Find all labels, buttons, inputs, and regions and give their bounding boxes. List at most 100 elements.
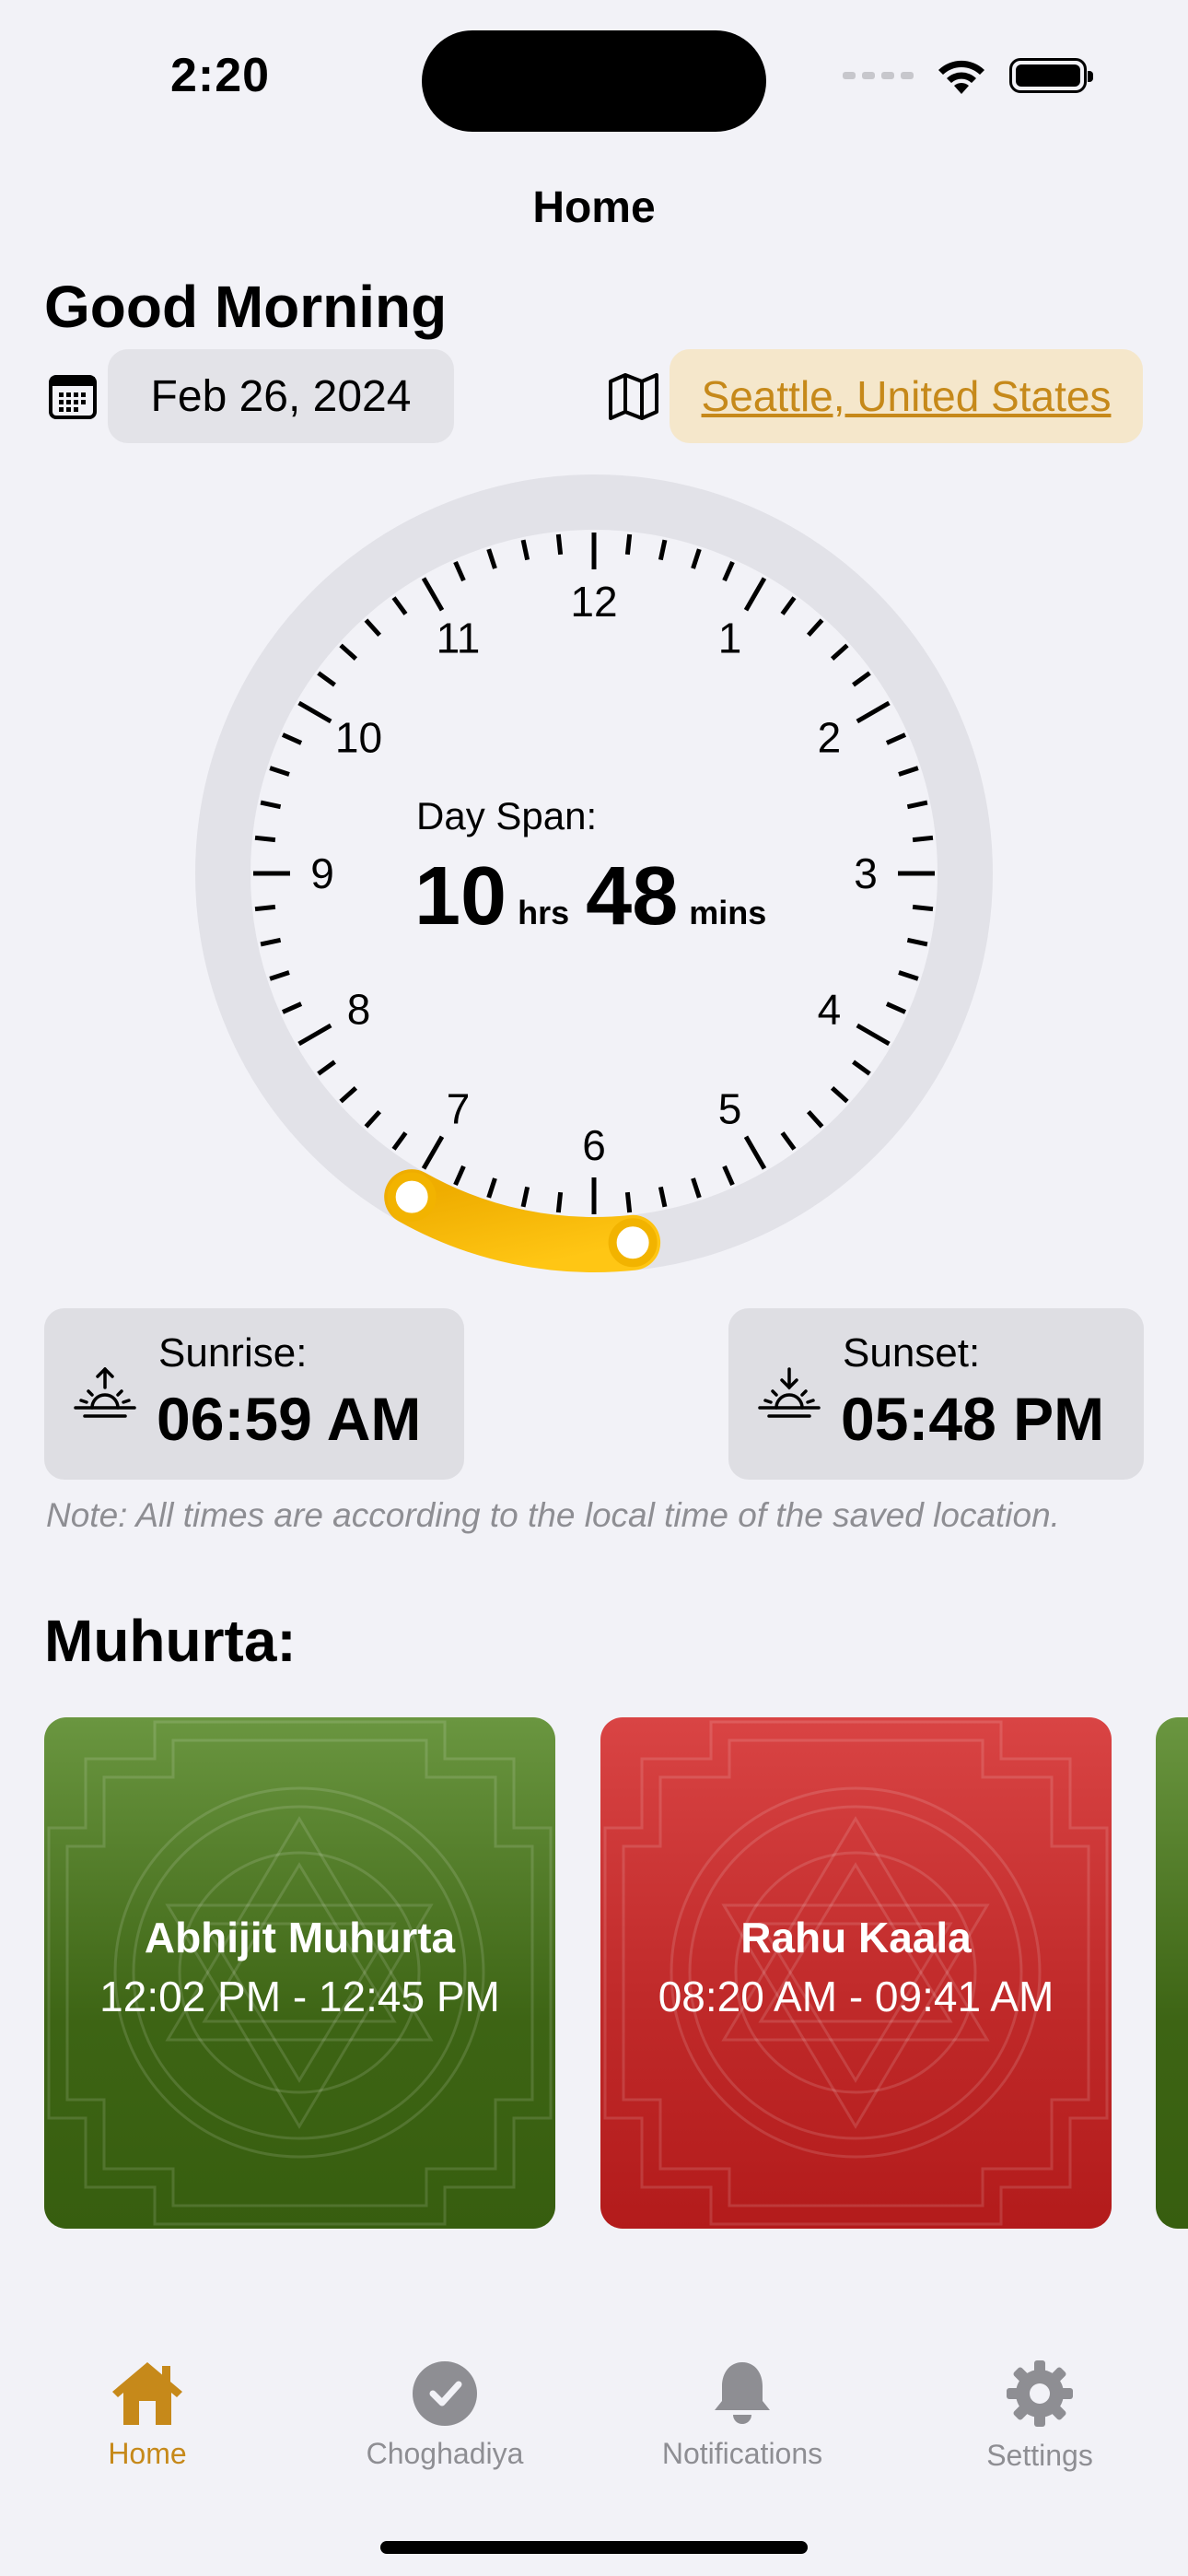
muhurta-card-rahu-kaala[interactable]: Rahu Kaala 08:20 AM - 09:41 AM — [600, 1717, 1112, 2229]
minute-tick — [269, 766, 290, 777]
sunrise-time: 06:59 AM — [157, 1385, 422, 1453]
day-span-minutes: 48 — [586, 850, 679, 943]
wifi-icon — [938, 60, 984, 94]
dial-number: 11 — [437, 615, 481, 662]
muhurta-time: 08:20 AM - 09:41 AM — [658, 1973, 1054, 2020]
dial-number: 8 — [347, 986, 371, 1034]
minute-tick — [254, 904, 276, 912]
muhurta-title: Abhijit Muhurta — [144, 1914, 456, 1961]
minute-tick — [520, 539, 530, 561]
minute-tick — [898, 766, 919, 777]
hour-tick — [421, 577, 445, 612]
minute-tick — [830, 643, 849, 662]
calendar-icon — [49, 375, 97, 419]
hour-tick — [421, 1135, 445, 1170]
sunset-marker[interactable] — [608, 1218, 658, 1268]
hour-tick — [743, 577, 767, 612]
dial-number: 1 — [718, 615, 742, 662]
minute-tick — [912, 904, 934, 912]
minute-tick — [906, 937, 928, 947]
minute-tick — [260, 800, 282, 810]
minute-tick — [885, 1001, 907, 1014]
minute-tick — [906, 800, 928, 810]
tab-notifications[interactable]: Notifications — [641, 2359, 844, 2471]
dial-number: 5 — [718, 1084, 742, 1132]
minute-tick — [555, 533, 564, 556]
hour-tick — [856, 700, 891, 724]
minute-tick — [391, 1131, 408, 1151]
day-span-hours-unit: hrs — [518, 894, 570, 931]
dial-number: 9 — [310, 849, 334, 897]
minute-tick — [722, 560, 735, 582]
dial-number: 4 — [818, 986, 842, 1034]
minute-tick — [339, 643, 358, 662]
minute-tick — [624, 533, 633, 556]
sunrise-card: Sunrise: 06:59 AM — [44, 1308, 464, 1480]
minute-tick — [391, 596, 408, 615]
day-span-label: Day Span: — [416, 794, 598, 837]
location-button[interactable]: Seattle, United States — [670, 349, 1143, 443]
sunrise-marker[interactable] — [387, 1172, 437, 1222]
minute-tick — [281, 732, 303, 745]
dial-number: 6 — [582, 1121, 606, 1169]
muhurta-time: 12:02 PM - 12:45 PM — [99, 1973, 500, 2020]
muhurta-card-next-peek[interactable] — [1156, 1717, 1188, 2229]
bell-icon — [715, 2362, 770, 2424]
cellular-signal-icon — [843, 72, 914, 79]
muhurta-title: Rahu Kaala — [740, 1914, 972, 1961]
date-picker-button[interactable]: Feb 26, 2024 — [108, 349, 454, 443]
minute-tick — [780, 596, 797, 615]
status-icons — [843, 55, 1093, 96]
house-icon — [112, 2362, 182, 2425]
minute-tick — [317, 1060, 336, 1076]
minute-tick — [364, 618, 382, 638]
tab-choghadiya[interactable]: Choghadiya — [344, 2359, 546, 2471]
minute-tick — [722, 1165, 735, 1187]
sunset-time: 05:48 PM — [841, 1385, 1105, 1453]
minute-tick — [624, 1191, 633, 1213]
minute-tick — [852, 671, 871, 687]
local-time-note: Note: All times are according to the loc… — [46, 1496, 1060, 1534]
tab-label: Notifications — [661, 2437, 823, 2470]
minute-tick — [260, 937, 282, 947]
minute-tick — [658, 539, 668, 561]
tab-settings[interactable]: Settings — [938, 2359, 1141, 2473]
minute-tick — [658, 1186, 668, 1208]
minute-tick — [269, 970, 290, 981]
hour-tick — [856, 1023, 891, 1047]
sunset-icon — [758, 1367, 821, 1418]
hour-tick — [297, 1023, 332, 1047]
greeting-heading: Good Morning — [44, 274, 448, 340]
hour-tick — [743, 1135, 767, 1170]
minute-tick — [317, 671, 336, 687]
map-icon — [609, 373, 658, 420]
minute-tick — [486, 548, 497, 569]
minute-tick — [852, 1060, 871, 1076]
tab-label: Home — [108, 2437, 187, 2470]
minute-tick — [453, 560, 466, 582]
tab-label: Settings — [986, 2439, 1093, 2472]
minute-tick — [806, 1109, 824, 1129]
status-time: 2:20 — [170, 49, 271, 102]
minute-tick — [806, 618, 824, 638]
minute-tick — [780, 1131, 797, 1151]
clock-check-icon — [413, 2361, 477, 2426]
sunrise-label: Sunrise: — [158, 1330, 308, 1376]
muhurta-card-abhijit[interactable]: Abhijit Muhurta 12:02 PM - 12:45 PM — [44, 1717, 555, 2229]
battery-icon — [1009, 58, 1093, 93]
minute-tick — [339, 1085, 358, 1104]
sunrise-icon — [74, 1367, 136, 1418]
tab-home[interactable]: Home — [46, 2359, 249, 2471]
minute-tick — [254, 835, 276, 843]
dial-number: 12 — [570, 578, 617, 626]
home-indicator — [380, 2541, 808, 2554]
sunset-label: Sunset: — [843, 1330, 981, 1376]
page-title: Home — [532, 183, 656, 232]
gear-icon — [1007, 2360, 1073, 2427]
minute-tick — [912, 835, 934, 843]
minute-tick — [364, 1109, 382, 1129]
minute-tick — [281, 1001, 303, 1014]
muhurta-section-title: Muhurta: — [44, 1608, 297, 1674]
minute-tick — [691, 1177, 702, 1199]
hour-tick — [297, 700, 332, 724]
